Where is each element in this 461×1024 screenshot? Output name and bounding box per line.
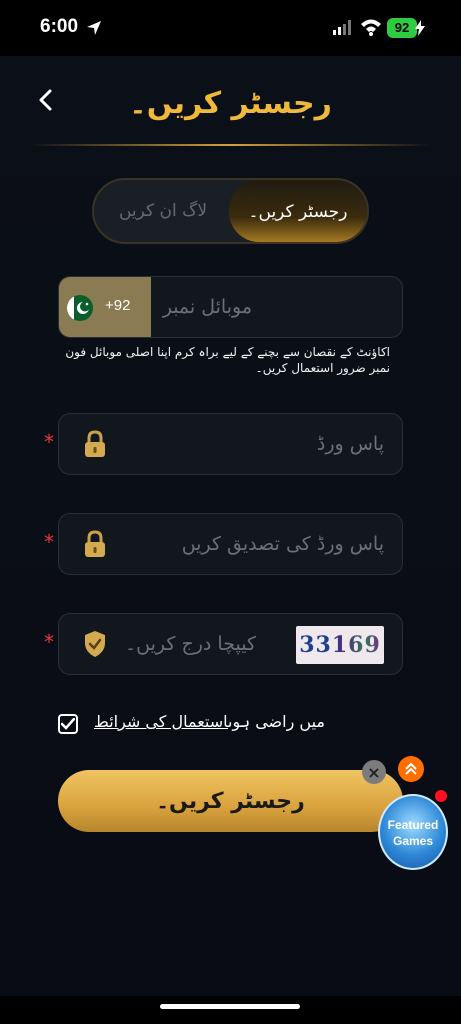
status-bar: 6:00 92 (0, 0, 461, 56)
terms-link[interactable]: استعمال کی شرائط (94, 712, 228, 731)
tab-register[interactable]: رجسٹر کریں۔ (229, 180, 367, 242)
home-indicator-area (0, 996, 461, 1024)
close-ad-button[interactable]: × (362, 760, 386, 784)
password-input-placeholder: پاس ورڈ (316, 433, 384, 455)
double-chevron-up-icon (405, 762, 417, 775)
country-code-label: +92 (105, 297, 131, 314)
page-title: رجسٹر کریں۔ (129, 86, 332, 121)
register-screen: رجسٹر کریں۔ لاگ ان کریں رجسٹر کریں۔ +92 … (0, 56, 461, 996)
terms-text: میں راضی ہوںاستعمال کی شرائط (94, 712, 325, 731)
mobile-number-field[interactable]: +92 موبائل نمبر (58, 276, 403, 338)
lock-icon (85, 530, 105, 557)
charging-bolt-icon (415, 20, 425, 36)
confirm-password-field[interactable]: پاس ورڈ کی تصدیق کریں (58, 513, 403, 575)
featured-games-badge[interactable]: Featured Games (378, 794, 448, 870)
tab-login[interactable]: لاگ ان کریں (94, 180, 232, 242)
checkmark-icon (61, 718, 75, 730)
captcha-required-mark: * (44, 630, 54, 654)
captcha-code: 33169 (299, 632, 381, 658)
signal-icon (333, 20, 351, 35)
mobile-input-placeholder: موبائل نمبر (162, 296, 252, 318)
title-divider (28, 144, 433, 146)
scroll-up-button[interactable] (398, 756, 424, 782)
status-time: 6:00 (40, 16, 79, 37)
wifi-icon (361, 19, 381, 36)
terms-prefix: میں راضی ہوں (228, 712, 325, 731)
location-arrow-icon (87, 21, 101, 35)
captcha-input-placeholder: کیپچا درج کریں۔ (125, 633, 256, 655)
country-code-selector[interactable]: +92 (59, 277, 151, 337)
confirm-password-required-mark: * (44, 530, 54, 554)
confirm-password-input-placeholder: پاس ورڈ کی تصدیق کریں (181, 533, 384, 555)
password-field[interactable]: پاس ورڈ (58, 413, 403, 475)
badge-line-2: Games (392, 834, 434, 848)
terms-row: میں راضی ہوںاستعمال کی شرائط (58, 712, 338, 738)
register-submit-button[interactable]: رجسٹر کریں۔ (58, 770, 403, 832)
auth-tabs: لاگ ان کریں رجسٹر کریں۔ (92, 178, 369, 244)
password-required-mark: * (44, 430, 54, 454)
captcha-field[interactable]: کیپچا درج کریں۔ 33169 (58, 613, 403, 675)
pakistan-flag-icon (67, 295, 93, 321)
notification-dot (435, 790, 447, 802)
shield-check-icon (85, 631, 105, 657)
captcha-image[interactable]: 33169 (296, 626, 384, 664)
terms-checkbox[interactable] (58, 714, 78, 734)
battery-indicator: 92 (387, 18, 417, 38)
home-indicator[interactable] (160, 1004, 300, 1009)
mobile-hint: اکاؤنٹ کے نقصان سے بچنے کے لیے براہ کرم … (65, 345, 390, 375)
lock-icon (85, 430, 105, 457)
badge-line-1: Featured (387, 818, 439, 832)
